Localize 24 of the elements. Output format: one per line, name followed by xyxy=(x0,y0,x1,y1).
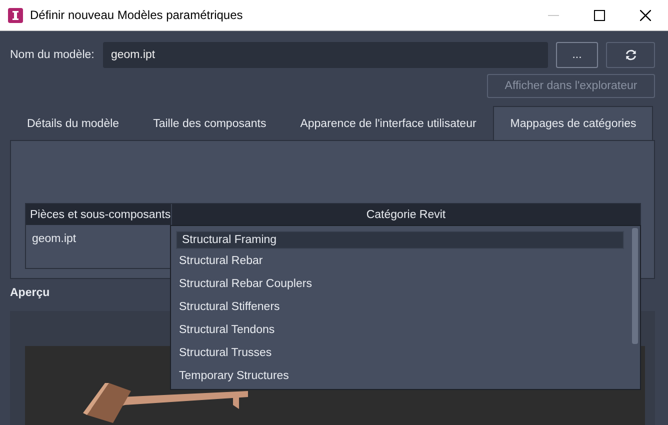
browse-button[interactable]: ... xyxy=(556,42,598,68)
tab[interactable]: Détails du modèle xyxy=(10,106,136,140)
preview-label: Aperçu xyxy=(10,287,50,299)
app-icon xyxy=(8,8,23,22)
tab[interactable]: Apparence de l'interface utilisateur xyxy=(283,106,494,140)
dropdown-item[interactable]: Structural Rebar xyxy=(174,249,628,272)
tab[interactable]: Taille des composants xyxy=(136,106,284,140)
window-title: Définir nouveau Modèles paramétriques xyxy=(30,8,243,22)
dropdown-item[interactable]: Structural Rebar Couplers xyxy=(174,272,628,295)
dropdown-item[interactable]: Temporary Structures xyxy=(174,364,628,387)
dropdown-item[interactable]: Structural Trusses xyxy=(174,341,628,364)
close-icon[interactable] xyxy=(640,10,650,20)
table-cell-text: geom.ipt xyxy=(32,233,76,247)
dropdown-item[interactable]: Structural Tendons xyxy=(174,318,628,341)
refresh-icon xyxy=(624,49,636,61)
refresh-button[interactable] xyxy=(606,42,655,68)
model-name-label: Nom du modèle: xyxy=(10,49,95,61)
column-header: Catégorie Revit xyxy=(365,208,447,222)
maximize-icon[interactable] xyxy=(594,10,604,20)
tab[interactable]: Mappages de catégories xyxy=(493,106,654,140)
dropdown-item[interactable]: Structural Stiffeners xyxy=(174,295,628,318)
model-name-field[interactable]: geom.ipt xyxy=(103,42,548,68)
scrollbar[interactable] xyxy=(632,228,638,344)
dropdown-item[interactable]: Structural Framing xyxy=(176,231,624,249)
